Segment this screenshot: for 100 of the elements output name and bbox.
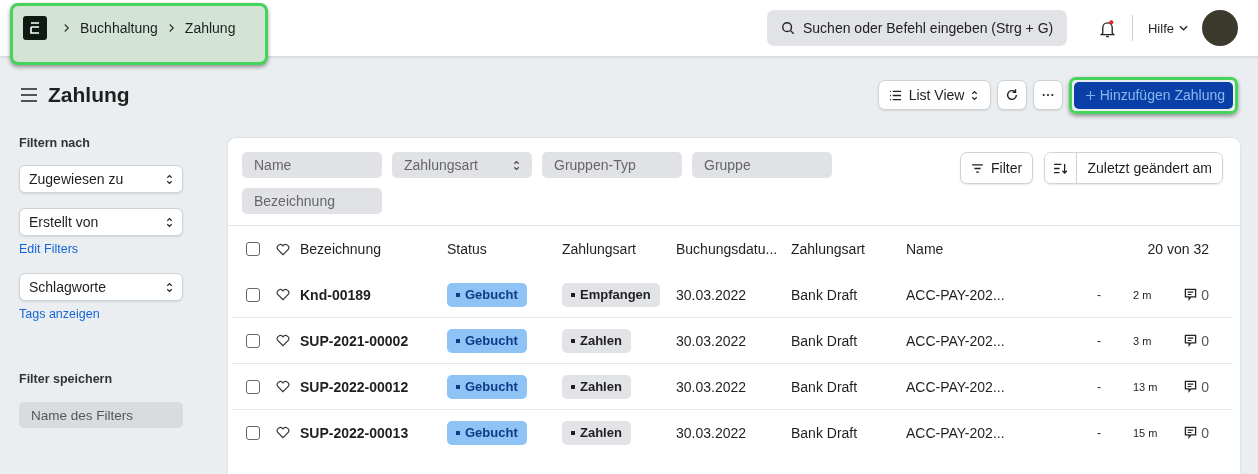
chevron-down-icon xyxy=(1179,25,1188,31)
comment-count: 0 xyxy=(1201,424,1209,441)
table-row[interactable]: SUP-2022-00012 Gebucht Zahlen 30.03.2022 Bank Draft ACC-PAY-202... - 13 m 0 xyxy=(232,363,1233,409)
chevron-right-icon xyxy=(63,23,70,33)
name-cell-text: ACC-PAY-202... xyxy=(906,332,1006,349)
help-menu-button[interactable]: Hilfe xyxy=(1148,20,1188,36)
heart-icon[interactable] xyxy=(276,288,290,301)
reload-icon xyxy=(1004,88,1019,102)
breadcrumb-link[interactable]: Buchhaltung xyxy=(80,20,158,36)
updown-icon xyxy=(166,216,173,228)
column-header: Zahlungsart xyxy=(562,241,637,257)
filter-select[interactable]: Erstellt von xyxy=(19,208,183,236)
modified-time: 15 m xyxy=(1133,426,1159,439)
row-checkbox[interactable] xyxy=(246,425,260,440)
filter-button[interactable]: Filter xyxy=(960,152,1034,184)
row-checkbox[interactable] xyxy=(246,287,260,302)
filter-icon xyxy=(971,163,984,173)
show-tags-link[interactable]: Tags anzeigen xyxy=(19,307,100,321)
filter-select[interactable]: Zahlungsart xyxy=(392,152,532,178)
date-cell-text: 30.03.2022 xyxy=(676,378,748,395)
record-title[interactable]: Knd-00189 xyxy=(300,286,447,303)
record-count: 20 von 32 xyxy=(1147,241,1209,257)
heart-icon[interactable] xyxy=(276,426,290,439)
search-icon xyxy=(781,21,795,35)
modified-time: 2 m xyxy=(1133,288,1153,301)
name-cell-text: ACC-PAY-202... xyxy=(906,424,1006,441)
updown-icon xyxy=(166,281,173,293)
mode-cell-text: Bank Draft xyxy=(791,378,859,395)
chevron-right-icon xyxy=(167,23,175,33)
mode-cell-text: Bank Draft xyxy=(791,424,859,441)
comment-count: 0 xyxy=(1201,378,1209,395)
table-cell: - xyxy=(1097,333,1101,348)
modified-time: 3 m xyxy=(1133,334,1153,347)
list-view-select[interactable]: List View xyxy=(877,80,991,110)
user-avatar[interactable] xyxy=(1202,10,1238,46)
filter-placeholder: Zahlungsart xyxy=(404,157,478,173)
page-title: Zahlung xyxy=(48,83,130,107)
type-badge: Zahlen xyxy=(562,374,631,399)
filter-select[interactable]: Zugewiesen zu xyxy=(19,165,183,193)
sort-field-button[interactable]: Zuletzt geändert am xyxy=(1077,153,1222,183)
filter-field[interactable]: Name xyxy=(242,152,382,178)
mode-cell-text: Bank Draft xyxy=(791,286,859,303)
sidebar-heading: Filter speichern xyxy=(19,372,113,386)
record-title[interactable]: SUP-2022-00012 xyxy=(300,378,447,395)
reload-button[interactable] xyxy=(996,80,1027,110)
sort-direction-button[interactable] xyxy=(1045,153,1078,183)
tags-select[interactable]: Schlagworte xyxy=(19,273,183,301)
add-payment-button[interactable]: Hinzufügen Zahlung xyxy=(1073,81,1233,109)
table-cell: - xyxy=(1097,287,1101,302)
table-row[interactable]: SUP-2022-00013 Gebucht Zahlen 30.03.2022 Bank Draft ACC-PAY-202... - 15 m 0 xyxy=(232,409,1233,455)
status-badge: Gebucht xyxy=(447,420,527,445)
row-checkbox[interactable] xyxy=(246,379,260,394)
edit-filters-link[interactable]: Edit Filters xyxy=(19,242,79,256)
breadcrumb-link[interactable]: Zahlung xyxy=(184,20,236,36)
app-logo-icon[interactable] xyxy=(23,16,47,40)
filter-field[interactable]: Gruppen-Typ xyxy=(542,152,682,178)
type-badge: Zahlen xyxy=(562,328,631,353)
status-badge: Gebucht xyxy=(447,282,527,307)
comment-icon xyxy=(1184,380,1198,393)
type-badge: Empfangen xyxy=(562,282,660,307)
filter-name-field[interactable]: Name des Filters xyxy=(19,402,183,428)
sidebar-heading: Filtern nach xyxy=(19,136,90,150)
filter-field[interactable]: Gruppe xyxy=(692,152,832,178)
table-row[interactable]: Knd-00189 Gebucht Empfangen 30.03.2022 Bank Draft ACC-PAY-202... - 2 m 0 xyxy=(232,272,1233,317)
date-cell-text: 30.03.2022 xyxy=(676,286,748,303)
date-cell-text: 30.03.2022 xyxy=(676,424,748,441)
search-field[interactable]: Suchen oder Befehl eingeben (Strg + G) xyxy=(767,10,1067,46)
type-badge: Zahlen xyxy=(562,420,631,445)
updown-icon xyxy=(971,89,979,101)
updown-icon xyxy=(166,173,173,185)
column-header: Status xyxy=(447,241,488,257)
table-row[interactable]: SUP-2021-00002 Gebucht Zahlen 30.03.2022 Bank Draft ACC-PAY-202... - 3 m 0 xyxy=(232,317,1233,363)
table-cell: - xyxy=(1097,425,1101,440)
row-checkbox[interactable] xyxy=(246,333,260,348)
comment-icon xyxy=(1184,426,1198,439)
more-icon xyxy=(1041,93,1054,97)
comment-icon xyxy=(1184,334,1198,347)
menu-icon[interactable] xyxy=(20,88,38,102)
modified-time: 13 m xyxy=(1133,380,1159,393)
updown-icon xyxy=(513,159,520,171)
column-header: Bezeichnung xyxy=(300,241,382,257)
comment-icon xyxy=(1184,288,1198,301)
mode-cell-text: Bank Draft xyxy=(791,332,859,349)
status-badge: Gebucht xyxy=(447,328,527,353)
heart-icon[interactable] xyxy=(276,334,290,347)
column-header: Zahlungsart xyxy=(791,241,866,257)
sort-icon xyxy=(1053,162,1069,174)
select-all-checkbox[interactable] xyxy=(246,242,260,256)
heart-icon[interactable] xyxy=(276,242,290,256)
table-cell: - xyxy=(1097,379,1101,394)
filter-field[interactable]: Bezeichnung xyxy=(242,188,382,214)
column-header: Buchungsdatu... xyxy=(676,241,779,257)
status-badge: Gebucht xyxy=(447,374,527,399)
date-cell-text: 30.03.2022 xyxy=(676,332,748,349)
comment-count: 0 xyxy=(1201,286,1209,303)
record-title[interactable]: SUP-2021-00002 xyxy=(300,332,447,349)
heart-icon[interactable] xyxy=(276,380,290,393)
notification-bell-icon[interactable] xyxy=(1099,18,1116,38)
record-title[interactable]: SUP-2022-00013 xyxy=(300,424,447,441)
column-header: Name xyxy=(906,241,945,257)
